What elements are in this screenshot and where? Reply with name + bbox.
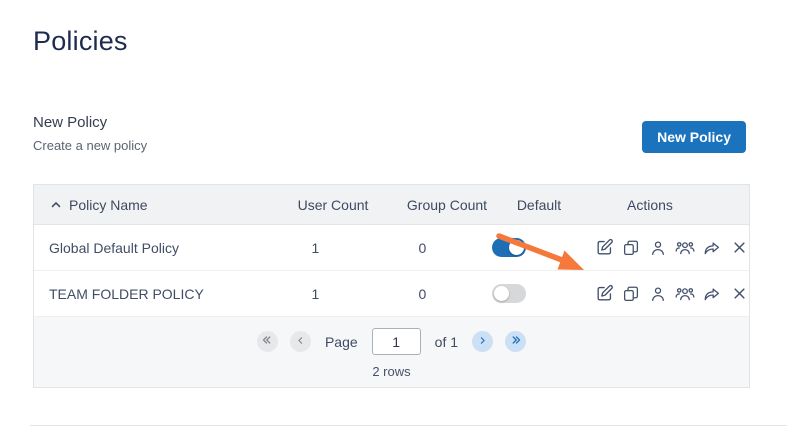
copy-icon[interactable] — [621, 284, 641, 304]
double-chevron-left-icon — [261, 334, 273, 349]
users-group-icon[interactable] — [675, 284, 695, 304]
column-header-user-count[interactable]: User Count — [267, 197, 399, 213]
group-count-cell: 0 — [418, 239, 427, 256]
edit-icon[interactable] — [594, 284, 614, 304]
column-header-group-count[interactable]: Group Count — [399, 197, 495, 213]
policies-table: Policy Name User Count Group Count Defau… — [33, 184, 750, 388]
share-icon[interactable] — [702, 238, 722, 258]
row-count-summary: 2 rows — [372, 364, 411, 379]
table-footer: Page of 1 2 rows — [34, 317, 749, 387]
table-row: Global Default Policy 1 0 — [34, 225, 749, 271]
policy-name-cell: Global Default Policy — [49, 239, 179, 256]
column-header-default[interactable]: Default — [495, 197, 583, 213]
new-policy-text: New Policy Create a new policy — [33, 114, 147, 153]
chevron-right-icon — [477, 334, 488, 349]
pagination: Page of 1 — [34, 328, 749, 355]
delete-x-icon[interactable] — [729, 238, 749, 258]
new-policy-section: New Policy Create a new policy New Polic… — [33, 114, 746, 153]
default-cell — [467, 238, 550, 257]
share-icon[interactable] — [702, 284, 722, 304]
delete-x-icon[interactable] — [729, 284, 749, 304]
toggle-knob — [508, 240, 524, 255]
default-toggle[interactable] — [491, 238, 526, 257]
column-header-policy-name[interactable]: Policy Name — [34, 197, 267, 213]
copy-icon[interactable] — [621, 238, 641, 258]
last-page-button[interactable] — [505, 331, 527, 352]
table-header-row: Policy Name User Count Group Count Defau… — [34, 185, 749, 225]
page-number-input[interactable] — [371, 328, 421, 355]
section-heading: New Policy — [33, 114, 108, 131]
column-header-actions: Actions — [627, 196, 673, 213]
prev-page-button[interactable] — [289, 331, 311, 352]
actions-cell — [550, 284, 749, 304]
user-icon[interactable] — [648, 238, 668, 258]
user-icon[interactable] — [648, 284, 668, 304]
default-toggle[interactable] — [491, 284, 526, 303]
group-count-cell: 0 — [418, 285, 427, 302]
double-chevron-right-icon — [510, 334, 522, 349]
toggle-knob — [493, 286, 509, 301]
user-count-cell: 1 — [311, 239, 320, 256]
column-header-label: Policy Name — [69, 196, 148, 213]
actions-cell — [550, 238, 749, 258]
next-page-button[interactable] — [472, 331, 494, 352]
user-count-cell: 1 — [311, 285, 320, 302]
default-cell — [467, 284, 550, 303]
section-description: Create a new policy — [33, 138, 148, 153]
page-total-label: of 1 — [434, 333, 459, 350]
users-group-icon[interactable] — [675, 238, 695, 258]
chevron-up-icon[interactable] — [49, 198, 63, 212]
edit-icon[interactable] — [594, 238, 614, 258]
policy-name-cell: TEAM FOLDER POLICY — [49, 285, 204, 302]
new-policy-button[interactable]: New Policy — [642, 121, 746, 153]
page-title: Policies — [33, 26, 128, 56]
bottom-divider — [30, 425, 787, 426]
page-label: Page — [324, 333, 358, 350]
chevron-left-icon — [295, 334, 306, 349]
policies-page: Policies New Policy Create a new policy … — [0, 26, 798, 432]
first-page-button[interactable] — [256, 331, 278, 352]
table-row: TEAM FOLDER POLICY 1 0 — [34, 271, 749, 317]
